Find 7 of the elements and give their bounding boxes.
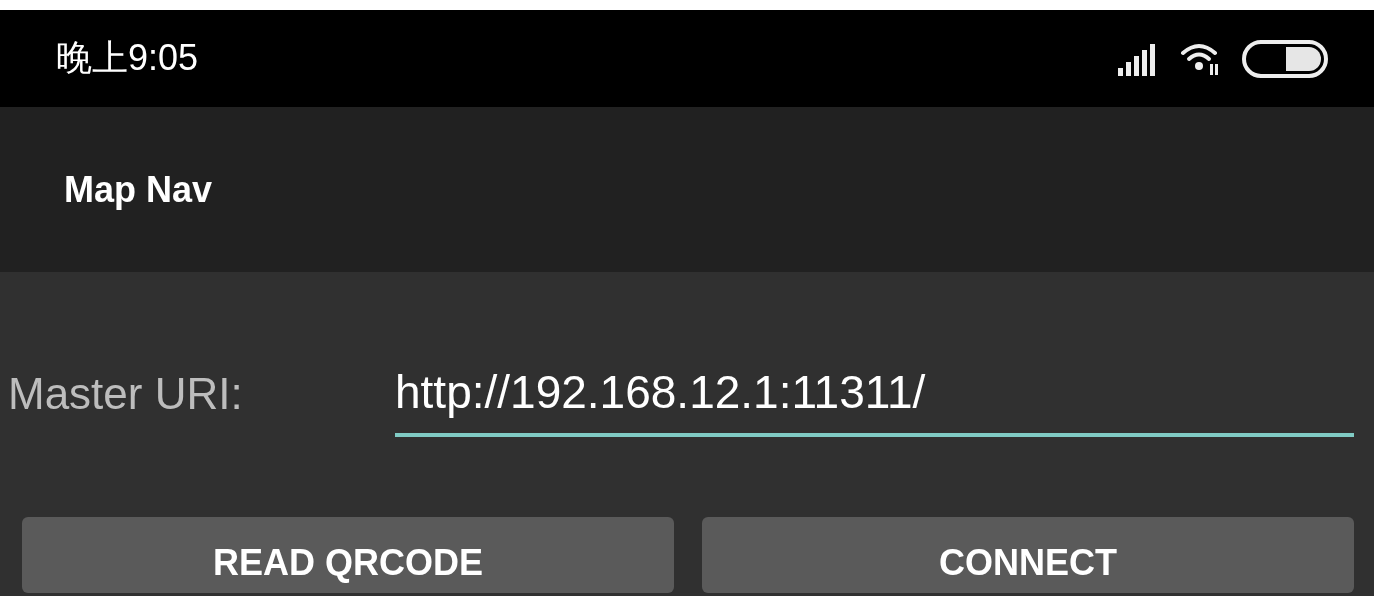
app-title: Map Nav <box>64 168 213 211</box>
status-time: 晚上9:05 <box>56 36 199 80</box>
action-button[interactable]: CONNECT <box>702 517 1354 593</box>
battery-icon <box>1242 39 1328 78</box>
field-label: Master URI: <box>8 369 244 420</box>
uri-field[interactable]: http://192.168.12.1:11311/ <box>395 365 1354 437</box>
action-button[interactable]: READ QRCODE <box>22 517 674 593</box>
